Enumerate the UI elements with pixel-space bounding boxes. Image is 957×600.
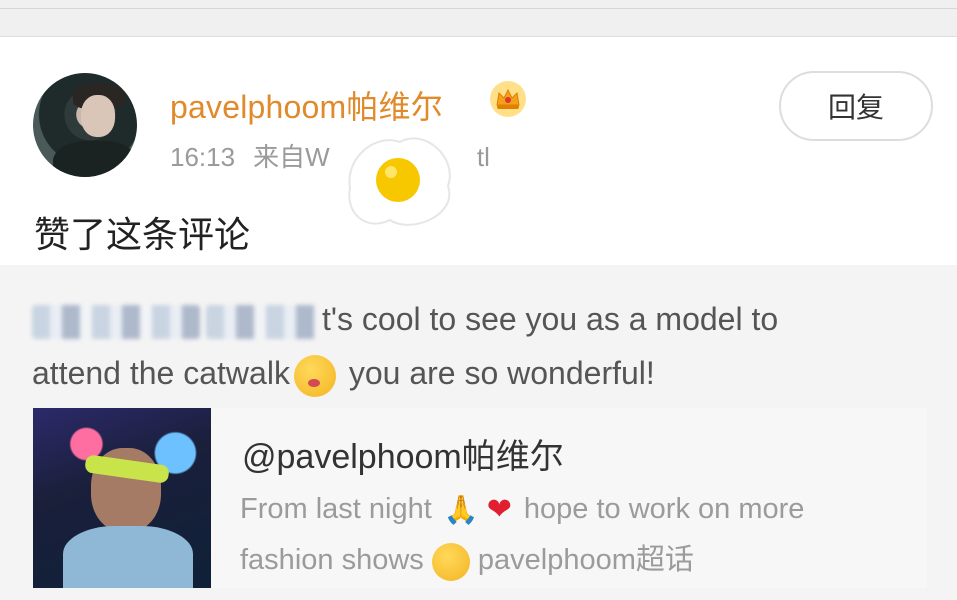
action-text: 赞了这条评论 <box>34 214 251 255</box>
repost-topic[interactable]: pavelphoom超话 <box>470 544 694 576</box>
repost-text-2: hope to work on more <box>515 493 805 525</box>
repost-mention[interactable]: @pavelphoom帕维尔 <box>242 429 564 478</box>
repost-text: From last night 🙏 ❤ hope to work on more … <box>240 484 920 585</box>
repost-text-3: fashion shows <box>240 544 432 577</box>
blurred-name-2 <box>206 304 316 339</box>
username[interactable]: pavelphoom帕维尔 <box>170 82 443 128</box>
hugging-face-icon <box>431 542 470 581</box>
crown-badge-icon <box>490 81 526 117</box>
pray-icon: 🙏 <box>443 494 479 526</box>
thumbnail-shirt <box>63 526 193 588</box>
comment-line2: attend the catwalk <box>32 355 290 391</box>
repost-thumbnail[interactable] <box>33 408 211 588</box>
avatar-coat <box>53 141 137 177</box>
repost-text-1: From last night <box>240 493 440 525</box>
reply-button[interactable]: 回复 <box>779 71 933 141</box>
fried-egg-sticker <box>348 137 451 226</box>
post-source-tail: tl <box>476 142 490 172</box>
post-time: 16:13 <box>170 142 236 172</box>
blurred-name <box>32 304 200 339</box>
heart-icon: ❤ <box>486 493 512 527</box>
post-source: 来自W <box>253 142 330 172</box>
kissing-face-icon <box>293 354 336 397</box>
top-bar <box>0 0 957 37</box>
comment-text: t's cool to see you as a model to attend… <box>32 292 932 400</box>
avatar-face <box>81 95 115 137</box>
comment-line3: you are so wonderful! <box>339 355 655 391</box>
user-avatar[interactable] <box>33 73 137 177</box>
top-divider <box>0 8 957 9</box>
comment-line1: t's cool to see you as a model to <box>322 301 779 337</box>
